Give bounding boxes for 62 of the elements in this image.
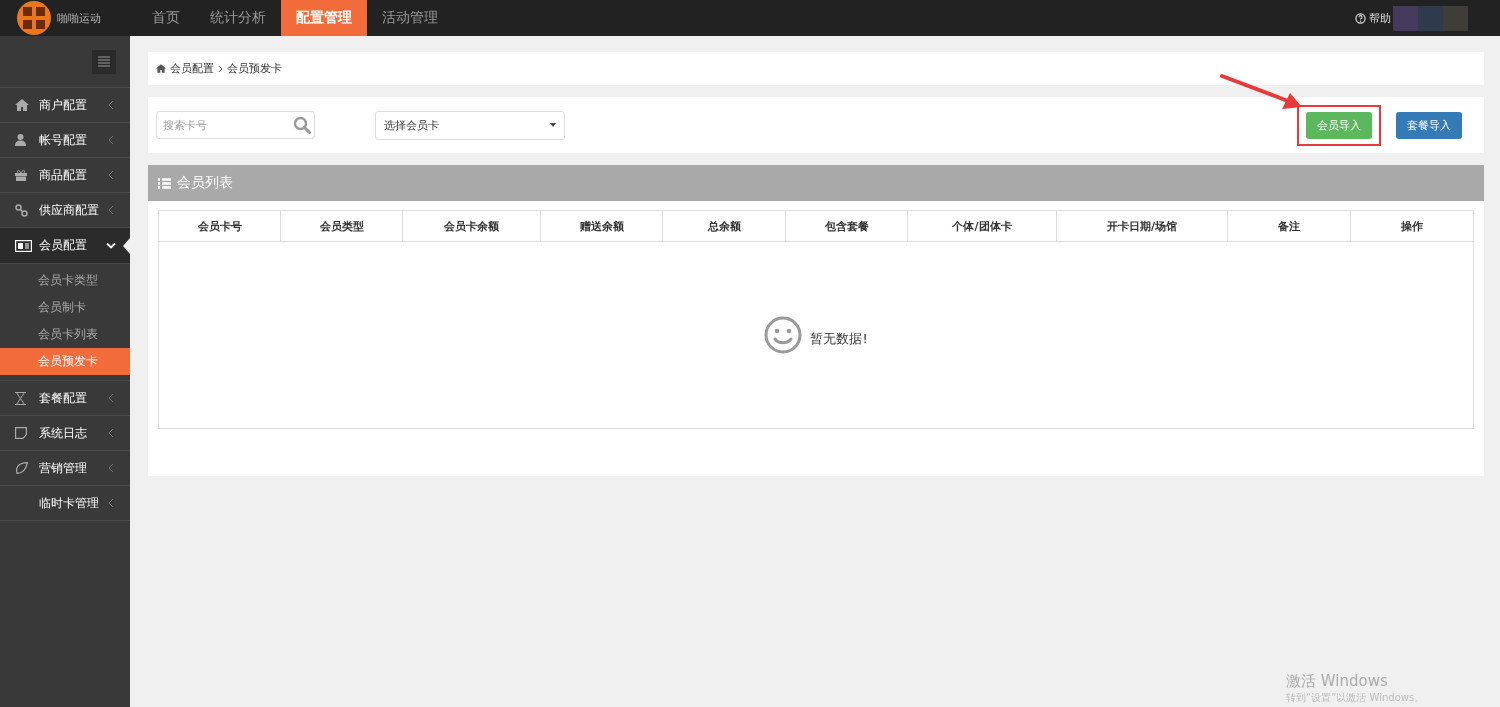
column-header: 备注 xyxy=(1228,211,1351,241)
sidebar-item[interactable]: 商户配置 xyxy=(0,88,130,123)
id-card-icon xyxy=(15,239,32,252)
column-header: 开卡日期/场馆 xyxy=(1057,211,1228,241)
sidebar-item[interactable]: 帐号配置 xyxy=(0,123,130,158)
brand-name: 啪啪运动 xyxy=(57,10,101,26)
nav-tab[interactable]: 首页 xyxy=(137,0,195,36)
sidebar-subitem[interactable]: 会员卡类型 xyxy=(0,267,130,294)
chevron-down-icon xyxy=(106,242,116,249)
member-card-dropdown[interactable]: 选择会员卡 xyxy=(375,110,565,140)
list-icon xyxy=(158,177,171,189)
chevron-left-icon xyxy=(108,205,114,215)
help-link[interactable]: 帮助 xyxy=(1355,0,1393,36)
sidebar-item[interactable]: 套餐配置 xyxy=(0,381,130,416)
sidebar-item[interactable]: 临时卡管理 xyxy=(0,486,130,521)
chevron-left-icon xyxy=(108,393,114,403)
panel-title: 会员列表 xyxy=(177,174,233,192)
column-header: 会员卡号 xyxy=(159,211,281,241)
chevron-left-icon xyxy=(108,135,114,145)
sidebar-item[interactable]: 商品配置 xyxy=(0,158,130,193)
breadcrumb-link[interactable]: 会员配置 xyxy=(170,61,214,76)
sidebar-subitem[interactable]: 会员卡列表 xyxy=(0,321,130,348)
active-pointer xyxy=(123,238,130,254)
column-header: 会员类型 xyxy=(281,211,403,241)
sidebar-item[interactable]: 营销管理 xyxy=(0,451,130,486)
column-header: 包含套餐 xyxy=(786,211,908,241)
leaf-icon xyxy=(15,462,28,474)
chevron-left-icon xyxy=(108,498,114,508)
menu-icon xyxy=(98,56,110,67)
search-icon xyxy=(293,116,311,134)
column-header: 赠送余额 xyxy=(541,211,663,241)
home-icon xyxy=(15,99,29,111)
caret-icon xyxy=(550,123,556,127)
link-icon xyxy=(15,203,28,217)
sidebar-subitem[interactable]: 会员制卡 xyxy=(0,294,130,321)
column-header: 个体/团体卡 xyxy=(908,211,1057,241)
breadcrumb-link[interactable]: 会员预发卡 xyxy=(227,61,282,76)
note-icon xyxy=(15,427,27,439)
sidebar-item[interactable]: 系统日志 xyxy=(0,416,130,451)
smiley-icon xyxy=(764,316,803,354)
sidebar-item[interactable]: 会员配置 xyxy=(0,228,130,264)
column-header: 会员卡余额 xyxy=(403,211,541,241)
chevron-left-icon xyxy=(108,463,114,473)
chevron-right-icon xyxy=(218,64,223,73)
chevron-left-icon xyxy=(108,428,114,438)
home-icon xyxy=(156,64,166,73)
import-button[interactable]: 套餐导入 xyxy=(1396,111,1462,139)
empty-message: 暂无数据! xyxy=(810,330,868,348)
chevron-left-icon xyxy=(108,100,114,110)
menu-toggle-button[interactable] xyxy=(92,49,116,74)
gift-icon xyxy=(15,169,27,181)
column-header: 总余额 xyxy=(663,211,786,241)
hourglass-icon xyxy=(15,391,26,405)
chevron-left-icon xyxy=(108,170,114,180)
logo-icon xyxy=(17,1,51,35)
user-icon xyxy=(15,134,26,146)
column-header: 操作 xyxy=(1400,218,1424,235)
help-icon xyxy=(1355,12,1366,24)
activation-notice-title: 激活 Windows xyxy=(1286,672,1389,691)
search-field[interactable]: 搜索卡号 xyxy=(156,111,315,139)
nav-tab[interactable]: 活动管理 xyxy=(367,0,453,36)
nav-tab[interactable]: 统计分析 xyxy=(195,0,281,36)
